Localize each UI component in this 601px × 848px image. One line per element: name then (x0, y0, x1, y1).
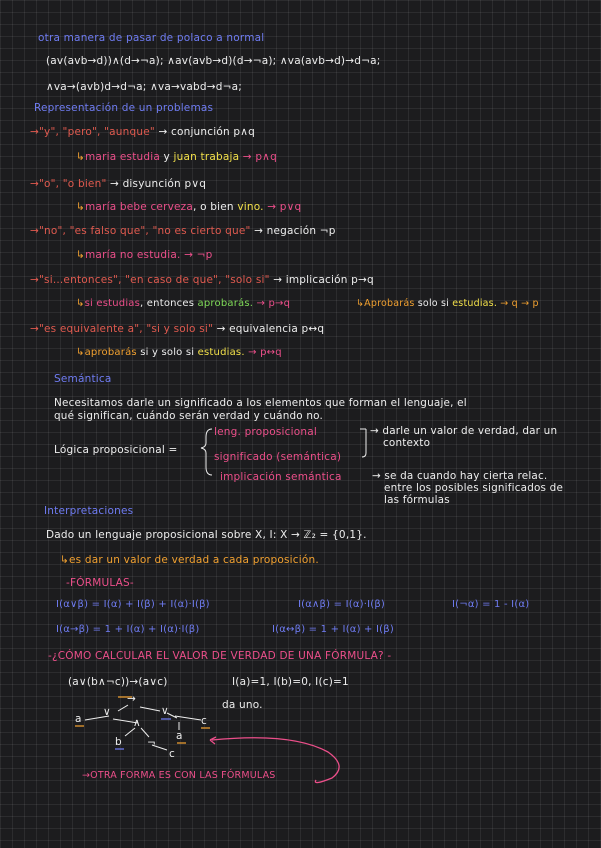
example-result: → q → p (500, 298, 539, 309)
example-q: Aprobarás (364, 298, 415, 309)
example-disjunction: ↳maría bebe cerveza, o bien vino. → p∨q (76, 201, 302, 213)
tree-root: → (127, 693, 136, 705)
formula-iff: I(α↔β) = 1 + I(α) + I(β) (272, 624, 394, 635)
formula-or: I(α∨β) = I(α) + I(β) + I(α)·I(β) (56, 599, 210, 610)
tree-or-right: ∨ (161, 705, 169, 717)
formulas-title: -FÓRMULAS- (66, 577, 134, 589)
implication-label: → implicación p→q (273, 274, 374, 286)
example-p: maría bebe cerveza (85, 201, 194, 213)
logic-label: Lógica proposicional = (54, 444, 178, 456)
example-values: I(a)=1, I(b)=0, I(c)=1 (232, 676, 349, 688)
formula-and: I(α∧β) = I(α)·I(β) (298, 599, 386, 610)
disjunction-keywords: →"o", "o bien" (30, 178, 107, 190)
example-q: estudias. (197, 347, 245, 358)
polish-line-2: ∧va→(avb)d→d¬a; ∧va→vabd→d¬a; (46, 81, 243, 93)
example-q: juan trabaja (173, 151, 240, 163)
logic-item-semantics: significado (semántica) (214, 451, 342, 463)
example-formula: (a∨(b∧¬c))→(a∨c) (68, 676, 168, 688)
implication-keywords: →"si...entonces", "en caso de que", "sol… (30, 274, 270, 286)
tree-leaf-a: a (75, 713, 82, 725)
tree-or-left: ∨ (103, 706, 111, 718)
representation-title: Representación de un problemas (34, 102, 214, 114)
example-p: maria estudia (85, 151, 160, 163)
negation-label: → negación ¬p (254, 225, 336, 237)
interpretations-title: Interpretaciones (44, 505, 134, 517)
polish-line-1: (av(avb→d))∧(d→¬a); ∧av(avb→d)(d→¬a); ∧v… (46, 55, 381, 67)
example-equivalence: ↳aprobarás si y solo si estudias. → p↔q (76, 347, 282, 358)
example-connector: , entonces (140, 298, 195, 309)
tree-leaf-a-2: a (176, 730, 183, 742)
formula-implies: I(α→β) = 1 + I(α) + I(α)·I(β) (56, 624, 200, 635)
example-q: aprobarás. (197, 298, 254, 309)
example-result: → p→q (256, 298, 291, 309)
conjunction-label: → conjunción p∧q (158, 126, 255, 138)
example-q: vino. (237, 201, 264, 213)
tree-leaf-b: b (115, 736, 122, 748)
example-result: → p↔q (248, 347, 282, 358)
rule-disjunction: →"o", "o bien" → disyunción p∨q (30, 177, 206, 191)
semantics-paragraph-1: Necesitamos darle un significado a los e… (54, 397, 467, 409)
example-result: → p∨q (267, 201, 302, 213)
rule-equivalence: →"es equivalente a", "si y solo si" → eq… (30, 322, 324, 336)
rule-implication: →"si...entonces", "en caso de que", "sol… (30, 273, 374, 287)
example-connector: y (163, 151, 170, 163)
implication-note-c: las fórmulas (384, 494, 450, 506)
example-conjunction: ↳maria estudia y juan trabaja → p∧q (76, 151, 277, 163)
example-connector: si y solo si (140, 347, 195, 358)
disjunction-label: → disyunción p∨q (110, 178, 207, 190)
semantics-paragraph-2: qué significan, cuándo serán verdad y cu… (54, 410, 324, 422)
other-method-note: →OTRA FORMA ES CON LAS FÓRMULAS (82, 770, 276, 781)
rule-negation: →"no", "es falso que", "no es cierto que… (30, 224, 336, 238)
semantics-note-1b: contexto (383, 437, 431, 449)
interpretation-meaning-text: es dar un valor de verdad a cada proposi… (69, 554, 319, 566)
interpretation-meaning: ↳es dar un valor de verdad a cada propos… (60, 554, 319, 566)
equivalence-keywords: →"es equivalente a", "si y solo si" (30, 323, 214, 335)
semantics-title: Semántica (54, 373, 112, 385)
example-implication-2: ↳Aprobarás solo si estudias. → q → p (356, 298, 539, 309)
formula-not: I(¬α) = 1 - I(α) (452, 599, 530, 610)
example-result: → ¬p (184, 249, 213, 261)
interpretation-definition: Dado un lenguaje proposicional sobre X, … (46, 529, 367, 541)
example-implication: ↳si estudias, entonces aprobarás. → p→q (76, 298, 291, 309)
example-p: aprobarás (84, 347, 137, 358)
example-result: → p∧q (242, 151, 277, 163)
equivalence-label: → equivalencia p↔q (216, 323, 325, 335)
example-p: estudias. (452, 298, 498, 309)
example-connector: , o bien (193, 201, 234, 213)
tree-not: ¬ (147, 737, 156, 749)
tree-and: ∧ (133, 717, 141, 729)
tree-leaf-c-2: c (169, 748, 175, 760)
how-to-question: -¿CÓMO CALCULAR EL VALOR DE VERDAD DE UN… (48, 650, 392, 662)
rule-conjunction: →"y", "pero", "aunque" → conjunción p∧q (30, 125, 255, 139)
tree-leaf-c: c (201, 715, 207, 727)
example-connector: solo si (417, 298, 450, 309)
example-p: maría no estudia. (85, 249, 181, 261)
logic-item-language: leng. proposicional (214, 426, 317, 438)
example-p: si estudias (84, 298, 141, 309)
negation-keywords: →"no", "es falso que", "no es cierto que… (30, 225, 251, 237)
polish-section-title: otra manera de pasar de polaco a normal (38, 32, 265, 44)
conjunction-keywords: →"y", "pero", "aunque" (30, 126, 155, 138)
logic-item-implication: implicación semántica (220, 471, 342, 483)
example-negation: ↳maría no estudia. → ¬p (76, 249, 213, 261)
result-note: da uno. (222, 699, 263, 711)
